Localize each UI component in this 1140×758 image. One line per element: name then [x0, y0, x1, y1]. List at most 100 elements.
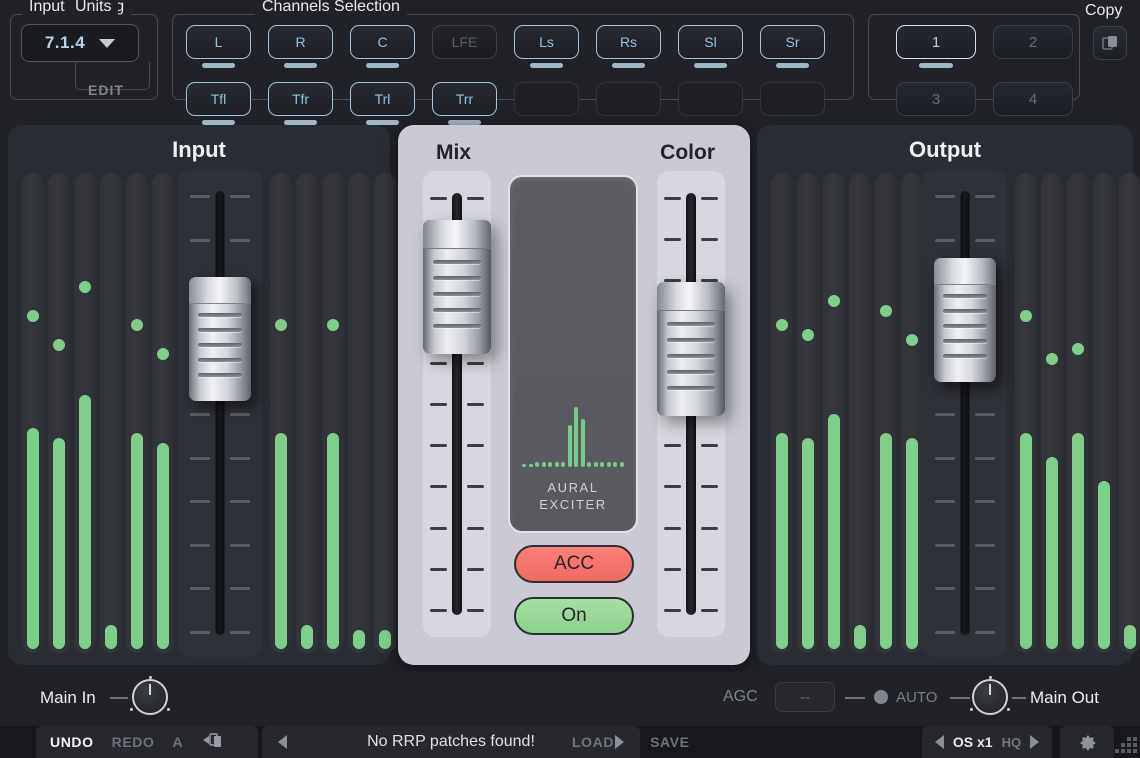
unit-button-1[interactable]: 1	[896, 25, 976, 59]
copy-button[interactable]	[1093, 26, 1127, 60]
unit-button-3[interactable]: 3	[896, 82, 976, 116]
mix-tick	[467, 197, 484, 200]
mix-fader[interactable]	[423, 171, 491, 637]
copy-arrow-icon[interactable]	[201, 732, 225, 753]
spectrum-bar	[619, 462, 624, 467]
meter-bar	[802, 437, 814, 649]
color-tick	[664, 609, 681, 612]
output-meters-right	[1015, 173, 1140, 653]
fader-tick	[935, 238, 955, 242]
channel-button-lfe[interactable]: LFE	[432, 25, 497, 59]
resize-grip[interactable]	[1115, 737, 1137, 755]
os-next-button[interactable]	[1030, 735, 1040, 749]
channel-cell: Ls	[514, 25, 579, 68]
units-label: Units	[68, 0, 119, 16]
meter-channel	[901, 173, 923, 653]
meter-channel	[1093, 173, 1115, 653]
channel-button-rs[interactable]: Rs	[596, 25, 661, 59]
color-tick	[664, 526, 681, 530]
redo-button[interactable]: REDO	[112, 734, 155, 750]
exciter-display: AURAL EXCITER	[508, 175, 638, 533]
channel-cell: Trl	[350, 82, 415, 125]
edit-label[interactable]: EDIT	[88, 82, 124, 98]
channel-indicator	[694, 63, 727, 68]
fader-handle[interactable]	[189, 277, 251, 402]
meter-peak-dot	[53, 338, 65, 351]
channel-button-trr[interactable]: Trr	[432, 82, 497, 116]
meter-channel	[823, 173, 845, 653]
auto-toggle[interactable]	[874, 690, 888, 704]
units-grid: 1234	[896, 25, 1073, 139]
channel-button-sl[interactable]: Sl	[678, 25, 743, 59]
save-button[interactable]: SAVE	[650, 734, 690, 750]
center-panel: Mix Color AURAL EXCITER ACC On	[398, 125, 750, 665]
channel-button-trl[interactable]: Trl	[350, 82, 415, 116]
channel-button-empty	[596, 82, 661, 116]
knob-dot	[167, 708, 170, 711]
unit-cell: 3	[896, 82, 976, 116]
load-button[interactable]: LOAD	[572, 734, 614, 750]
channel-cell: Tfl	[186, 82, 251, 125]
channel-button-l[interactable]: L	[186, 25, 251, 59]
channel-button-tfr[interactable]: Tfr	[268, 82, 333, 116]
meter-bar	[131, 433, 143, 649]
ab-compare-button[interactable]: A	[172, 734, 183, 750]
fader-tick	[190, 587, 210, 591]
settings-section[interactable]	[1060, 726, 1114, 758]
patch-prev-button[interactable]	[278, 735, 287, 749]
fader-tick	[975, 195, 995, 198]
mix-tick	[467, 526, 484, 530]
channel-button-sr[interactable]: Sr	[760, 25, 825, 59]
channel-cell	[514, 82, 579, 116]
color-fader[interactable]	[657, 171, 725, 637]
main-out-knob[interactable]	[970, 676, 1010, 715]
unit-button-4[interactable]: 4	[993, 82, 1073, 116]
color-tick	[701, 238, 718, 242]
os-prev-button[interactable]	[934, 735, 944, 749]
meter-channel	[270, 173, 292, 653]
meter-peak-dot	[906, 333, 918, 346]
meter-bar	[275, 433, 287, 649]
mix-label: Mix	[436, 141, 472, 164]
meter-peak-dot	[802, 329, 814, 341]
main-out-dash	[1012, 697, 1026, 699]
undo-button[interactable]: UNDO	[50, 734, 94, 750]
gear-icon	[1080, 735, 1096, 751]
fader-handle[interactable]	[934, 258, 996, 383]
agc-value-box[interactable]: --	[775, 682, 835, 712]
oversampling-section: OS x1 HQ	[922, 726, 1052, 758]
channel-cell: Trr	[432, 82, 497, 125]
fader-tick	[230, 195, 250, 198]
output-panel-title: Output	[908, 137, 982, 162]
mix-handle[interactable]	[423, 220, 491, 355]
fader-tick	[230, 413, 250, 416]
channel-cell: R	[268, 25, 333, 68]
input-fader-slot[interactable]	[178, 169, 262, 657]
main-in-label: Main In	[40, 688, 96, 707]
channel-button-ls[interactable]: Ls	[514, 25, 579, 59]
input-routing-select[interactable]: 7.1.4	[21, 24, 139, 62]
meter-bar	[301, 625, 313, 649]
channel-button-r[interactable]: R	[268, 25, 333, 59]
main-out-knob-pointer	[989, 684, 991, 695]
output-fader-slot[interactable]	[923, 169, 1007, 657]
spectrum-bar	[580, 419, 585, 467]
channel-button-c[interactable]: C	[350, 25, 415, 59]
output-panel: Output	[757, 125, 1140, 665]
channel-button-tfl[interactable]: Tfl	[186, 82, 251, 116]
channels-grid: L R C LFE Ls Rs Sl Sr Tfl Tfr Trl Trr	[186, 25, 825, 139]
unit-button-2[interactable]: 2	[993, 25, 1073, 59]
knob-dot	[130, 708, 133, 711]
on-button[interactable]: On	[514, 597, 634, 635]
main-in-knob[interactable]	[130, 676, 170, 715]
meter-channel	[849, 173, 871, 653]
meter-channel	[374, 173, 396, 653]
acc-button[interactable]: ACC	[514, 545, 634, 583]
channel-button-empty	[678, 82, 743, 116]
color-label: Color	[660, 141, 715, 164]
fader-tick	[230, 543, 250, 547]
fader-tick	[190, 195, 210, 198]
channel-cell: Sl	[678, 25, 743, 68]
color-handle[interactable]	[657, 281, 725, 416]
undo-redo-section: UNDO REDO A	[36, 726, 258, 758]
